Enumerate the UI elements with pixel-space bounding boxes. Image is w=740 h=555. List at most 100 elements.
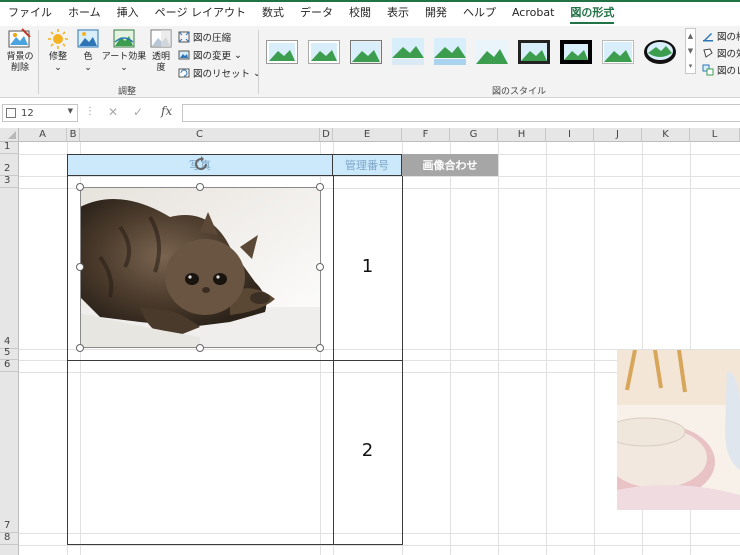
excel-window: ファイル ホーム 挿入 ページ レイアウト 数式 データ 校閲 表示 開発 ヘル…: [0, 0, 740, 555]
merge-header-cell[interactable]: 画像合わせ: [402, 154, 498, 176]
picture-style-thumbnail: [433, 38, 466, 65]
row-header-4[interactable]: 4: [0, 188, 19, 349]
picture-style-1[interactable]: [264, 36, 300, 68]
picture-style-2[interactable]: [306, 36, 342, 68]
gridline: [19, 533, 740, 534]
gallery-scroll[interactable]: ▲ ▼ ▾: [685, 28, 696, 74]
column-header-c[interactable]: C: [80, 128, 320, 142]
resize-handle-bottom[interactable]: [196, 344, 204, 352]
column-header-l[interactable]: L: [690, 128, 740, 142]
column-header-h[interactable]: H: [498, 128, 546, 142]
resize-handle-top-left[interactable]: [76, 183, 84, 191]
id-cell-2[interactable]: 2: [333, 440, 402, 461]
column-header-f[interactable]: F: [402, 128, 450, 142]
column-header-i[interactable]: I: [546, 128, 594, 142]
formula-input[interactable]: [182, 104, 740, 122]
row-header-6[interactable]: 6: [0, 359, 19, 372]
column-header-d[interactable]: D: [320, 128, 333, 142]
picture-style-10[interactable]: [642, 36, 678, 68]
compress-icon: [178, 31, 190, 43]
picture-style-3[interactable]: [348, 36, 384, 68]
artistic-effects-button[interactable]: アート効果 ⌄: [101, 28, 147, 74]
rotate-handle-icon[interactable]: [193, 156, 209, 172]
column-header-g[interactable]: G: [450, 128, 498, 142]
column-header-e[interactable]: E: [333, 128, 402, 142]
tab-home[interactable]: ホーム: [68, 0, 101, 26]
chevron-down-icon: ⌄: [253, 67, 261, 79]
resize-handle-left[interactable]: [76, 263, 84, 271]
row-header-7[interactable]: 7: [0, 372, 19, 533]
picture-style-thumbnail: [559, 40, 592, 64]
picture-effects-button[interactable]: 図の効: [702, 45, 740, 61]
id-header-cell[interactable]: 管理番号: [333, 154, 402, 176]
resize-handle-top-right[interactable]: [316, 183, 324, 191]
transparency-button[interactable]: 透明 度: [143, 28, 179, 74]
resize-handle-top[interactable]: [196, 183, 204, 191]
picture-style-8[interactable]: [558, 36, 594, 68]
tab-developer[interactable]: 開発: [425, 0, 447, 26]
remove-background-label-1: 背景の: [6, 52, 34, 62]
table-border: [67, 544, 403, 545]
picture-layout-button[interactable]: 図のレ: [702, 62, 740, 78]
tab-insert[interactable]: 挿入: [117, 0, 139, 26]
id-cell-1[interactable]: 1: [333, 256, 402, 277]
transparency-icon: [150, 29, 172, 48]
formula-bar-resize-handle[interactable]: ⋮: [85, 106, 95, 117]
enter-icon[interactable]: ✓: [133, 105, 143, 119]
picture-style-7[interactable]: [516, 36, 552, 68]
chevron-down-icon: ⌄: [120, 63, 128, 73]
tab-view[interactable]: 表示: [387, 0, 409, 26]
group-label-adjust: 調整: [118, 87, 137, 97]
column-header-k[interactable]: K: [642, 128, 690, 142]
reset-picture-button[interactable]: 図のリセット ⌄: [178, 65, 261, 81]
color-button[interactable]: 色 ⌄: [70, 28, 106, 74]
picture-style-thumbnail: [265, 40, 298, 64]
tab-data[interactable]: データ: [300, 0, 333, 26]
chevron-down-icon[interactable]: ▼: [68, 107, 73, 115]
picture-border-button[interactable]: 図の枠: [702, 28, 740, 44]
row-header-2[interactable]: 2: [0, 154, 19, 176]
select-all-button[interactable]: [0, 128, 19, 142]
resize-handle-bottom-left[interactable]: [76, 344, 84, 352]
cancel-icon[interactable]: ✕: [108, 105, 118, 119]
column-header-j[interactable]: J: [594, 128, 642, 142]
gallery-more-icon[interactable]: ▾: [689, 59, 693, 73]
tab-acrobat[interactable]: Acrobat: [512, 0, 554, 26]
change-picture-button[interactable]: 図の変更 ⌄: [178, 47, 242, 63]
remove-background-button[interactable]: 背景の 削除: [2, 28, 38, 74]
tab-formulas[interactable]: 数式: [262, 0, 284, 26]
column-header-b[interactable]: B: [67, 128, 80, 142]
selection-frame: [80, 187, 321, 348]
name-box[interactable]: 12 ▼: [2, 104, 78, 122]
picture-style-9[interactable]: [600, 36, 636, 68]
tab-page-layout[interactable]: ページ レイアウト: [155, 0, 246, 26]
artistic-effects-label: アート効果: [101, 52, 147, 62]
picture-style-thumbnail: [643, 40, 676, 64]
resize-handle-right[interactable]: [316, 263, 324, 271]
resize-handle-bottom-right[interactable]: [316, 344, 324, 352]
artistic-effects-icon: [113, 29, 135, 48]
row-header-9[interactable]: [0, 545, 19, 555]
insert-function-button[interactable]: fx: [161, 104, 172, 118]
tab-review[interactable]: 校閲: [349, 0, 371, 26]
compress-pictures-button[interactable]: 図の圧縮: [178, 29, 231, 45]
group-label-picture-styles: 図のスタイル: [492, 87, 547, 97]
row-header-3[interactable]: 3: [0, 175, 19, 188]
picture-style-thumbnail: [349, 40, 382, 64]
column-header-a[interactable]: A: [19, 128, 67, 142]
tab-picture-format[interactable]: 図の形式: [570, 0, 615, 26]
scroll-down-icon[interactable]: ▼: [688, 44, 693, 58]
row-header-8[interactable]: 8: [0, 532, 19, 545]
transparency-label-1: 透明: [151, 52, 170, 62]
tab-file[interactable]: ファイル: [8, 0, 52, 26]
row-header-1[interactable]: 1: [0, 141, 19, 154]
tab-help[interactable]: ヘルプ: [463, 0, 496, 26]
picture-style-4[interactable]: [390, 36, 426, 68]
picture-style-6[interactable]: [474, 36, 510, 68]
scroll-up-icon[interactable]: ▲: [688, 29, 693, 43]
pet-bed-photo[interactable]: [617, 350, 740, 510]
transparency-label-2: 度: [156, 63, 166, 73]
picture-style-5[interactable]: [432, 36, 468, 68]
compress-pictures-label: 図の圧縮: [193, 33, 232, 44]
picture-color-icon: [77, 29, 99, 48]
